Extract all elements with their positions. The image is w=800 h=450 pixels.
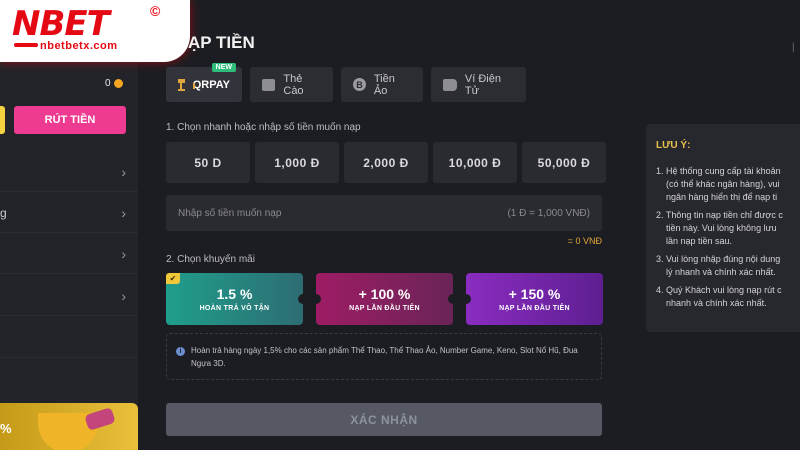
promo-caption: NẠP LẦN ĐẦU TIÊN <box>349 305 420 312</box>
converted-amount: = 0 VNĐ <box>567 236 602 246</box>
chevron-right-icon: › <box>121 163 126 180</box>
step1-label: 1. Chọn nhanh hoặc nhập số tiền muốn nạp <box>166 122 361 133</box>
tab-crypto[interactable]: B Tiền Ảo <box>341 67 423 102</box>
tab-qrpay[interactable]: QRPAY NEW <box>166 63 242 102</box>
promo-caption: NẠP LẦN ĐẦU TIÊN <box>499 305 570 312</box>
ticket-notch <box>311 294 321 304</box>
page-title: ẠP TIỀN <box>188 33 255 52</box>
info-icon: i <box>176 347 185 356</box>
ticket-notch <box>298 294 308 304</box>
amount-option[interactable]: 1,000 Đ <box>255 142 339 183</box>
wallet-icon <box>443 78 457 91</box>
notes-panel: LƯU Ý: 1. Hệ thống cung cấp tài khoản (c… <box>646 124 800 332</box>
chevron-right-icon: › <box>121 204 126 221</box>
promo-value: 1.5 % <box>216 286 253 302</box>
note-item: 4. Quý Khách vui lòng nạp rút c nhanh và… <box>656 285 782 308</box>
deposit-button[interactable] <box>0 106 5 134</box>
header-edge-mark: | <box>792 42 795 53</box>
chevron-right-icon: › <box>121 245 126 262</box>
promotion-options: ✔ 1.5 % HOÀN TRẢ VÔ TẬN + 100 % NẠP LẦN … <box>166 273 603 325</box>
bitcoin-icon: B <box>353 78 366 91</box>
balance-display: 0 <box>105 78 123 89</box>
check-icon: ✔ <box>166 273 180 284</box>
logo-domain: nbetbetx.com <box>40 40 118 52</box>
sidebar-menu-item[interactable]: › <box>0 234 138 274</box>
amount-option[interactable]: 10,000 Đ <box>433 142 517 183</box>
promo-caption: HOÀN TRẢ VÔ TẬN <box>199 305 270 312</box>
coin-icon <box>113 79 123 88</box>
tab-label: Ví Điện Tử <box>464 72 501 97</box>
promo-info-text: Hoàn trả hàng ngày 1,5% cho các sản phẩm… <box>191 346 578 368</box>
bank-icon <box>178 78 195 91</box>
brand-logo[interactable]: NBET © nbetbetx.com <box>0 0 190 62</box>
promo-first-deposit-100[interactable]: + 100 % NẠP LẦN ĐẦU TIÊN <box>311 273 458 325</box>
logo-swoosh <box>14 43 38 47</box>
promo-first-deposit-150[interactable]: + 150 % NẠP LẦN ĐẦU TIÊN <box>461 273 603 325</box>
ticket-notch <box>461 294 471 304</box>
confirm-button[interactable]: XÁC NHẬN <box>166 403 602 436</box>
logo-wordmark: NBET <box>12 4 110 44</box>
tab-label: Tiền Ảo <box>373 72 395 97</box>
sidebar-menu-item[interactable]: › <box>0 276 138 316</box>
amount-input-placeholder: Nhập số tiền muốn nạp <box>178 207 282 219</box>
step2-label: 2. Chọn khuyến mãi <box>166 254 255 265</box>
tab-scratch-card[interactable]: Thẻ Cào <box>250 67 333 102</box>
amount-option[interactable]: 50,000 Đ <box>522 142 606 183</box>
tab-e-wallet[interactable]: Ví Điện Tử <box>431 67 526 102</box>
sidebar: 0 RÚT TIỀN › g › › › % <box>0 0 138 450</box>
notes-list: 1. Hệ thống cung cấp tài khoản (có thể k… <box>656 165 800 310</box>
sidebar-menu-item[interactable] <box>0 318 138 358</box>
note-item: 2. Thông tin nạp tiền chỉ được c tiền nà… <box>656 210 783 246</box>
sidebar-promo-banner[interactable]: % <box>0 403 138 450</box>
amount-option[interactable]: 2,000 Đ <box>344 142 428 183</box>
sidebar-menu-item[interactable]: › <box>0 152 138 192</box>
trophy-icon <box>38 413 98 450</box>
withdraw-button[interactable]: RÚT TIỀN <box>14 106 126 134</box>
payment-method-tabs: QRPAY NEW Thẻ Cào B Tiền Ảo Ví Điện Tử <box>166 63 526 102</box>
ticket-notch <box>448 294 458 304</box>
tab-label: QRPAY <box>192 78 230 91</box>
quick-amounts: 50 D 1,000 Đ 2,000 Đ 10,000 Đ 50,000 Đ <box>166 142 606 183</box>
sidebar-menu-label: g <box>0 205 7 220</box>
promo-value: + 100 % <box>358 286 411 302</box>
promo-info-box: i Hoàn trả hàng ngày 1,5% cho các sản ph… <box>166 333 602 380</box>
exchange-rate-hint: (1 Đ = 1,000 VNĐ) <box>507 207 590 219</box>
notes-title: LƯU Ý: <box>656 140 691 151</box>
card-icon <box>262 78 276 91</box>
promo-cashback[interactable]: ✔ 1.5 % HOÀN TRẢ VÔ TẬN <box>166 273 308 325</box>
amount-input[interactable]: Nhập số tiền muốn nạp (1 Đ = 1,000 VNĐ) <box>166 195 602 231</box>
amount-option[interactable]: 50 D <box>166 142 250 183</box>
promo-percent: % <box>0 421 12 436</box>
promo-value: + 150 % <box>508 286 561 302</box>
balance-value: 0 <box>105 78 111 89</box>
sidebar-menu-item[interactable]: g › <box>0 193 138 233</box>
note-item: 1. Hệ thống cung cấp tài khoản (có thể k… <box>656 166 781 202</box>
chevron-right-icon: › <box>121 287 126 304</box>
tab-label: Thẻ Cào <box>283 72 304 97</box>
new-badge: NEW <box>211 63 236 72</box>
note-item: 3. Vui lòng nhập đúng nội dung lý nhanh … <box>656 254 781 277</box>
copyright-icon: © <box>150 3 161 19</box>
